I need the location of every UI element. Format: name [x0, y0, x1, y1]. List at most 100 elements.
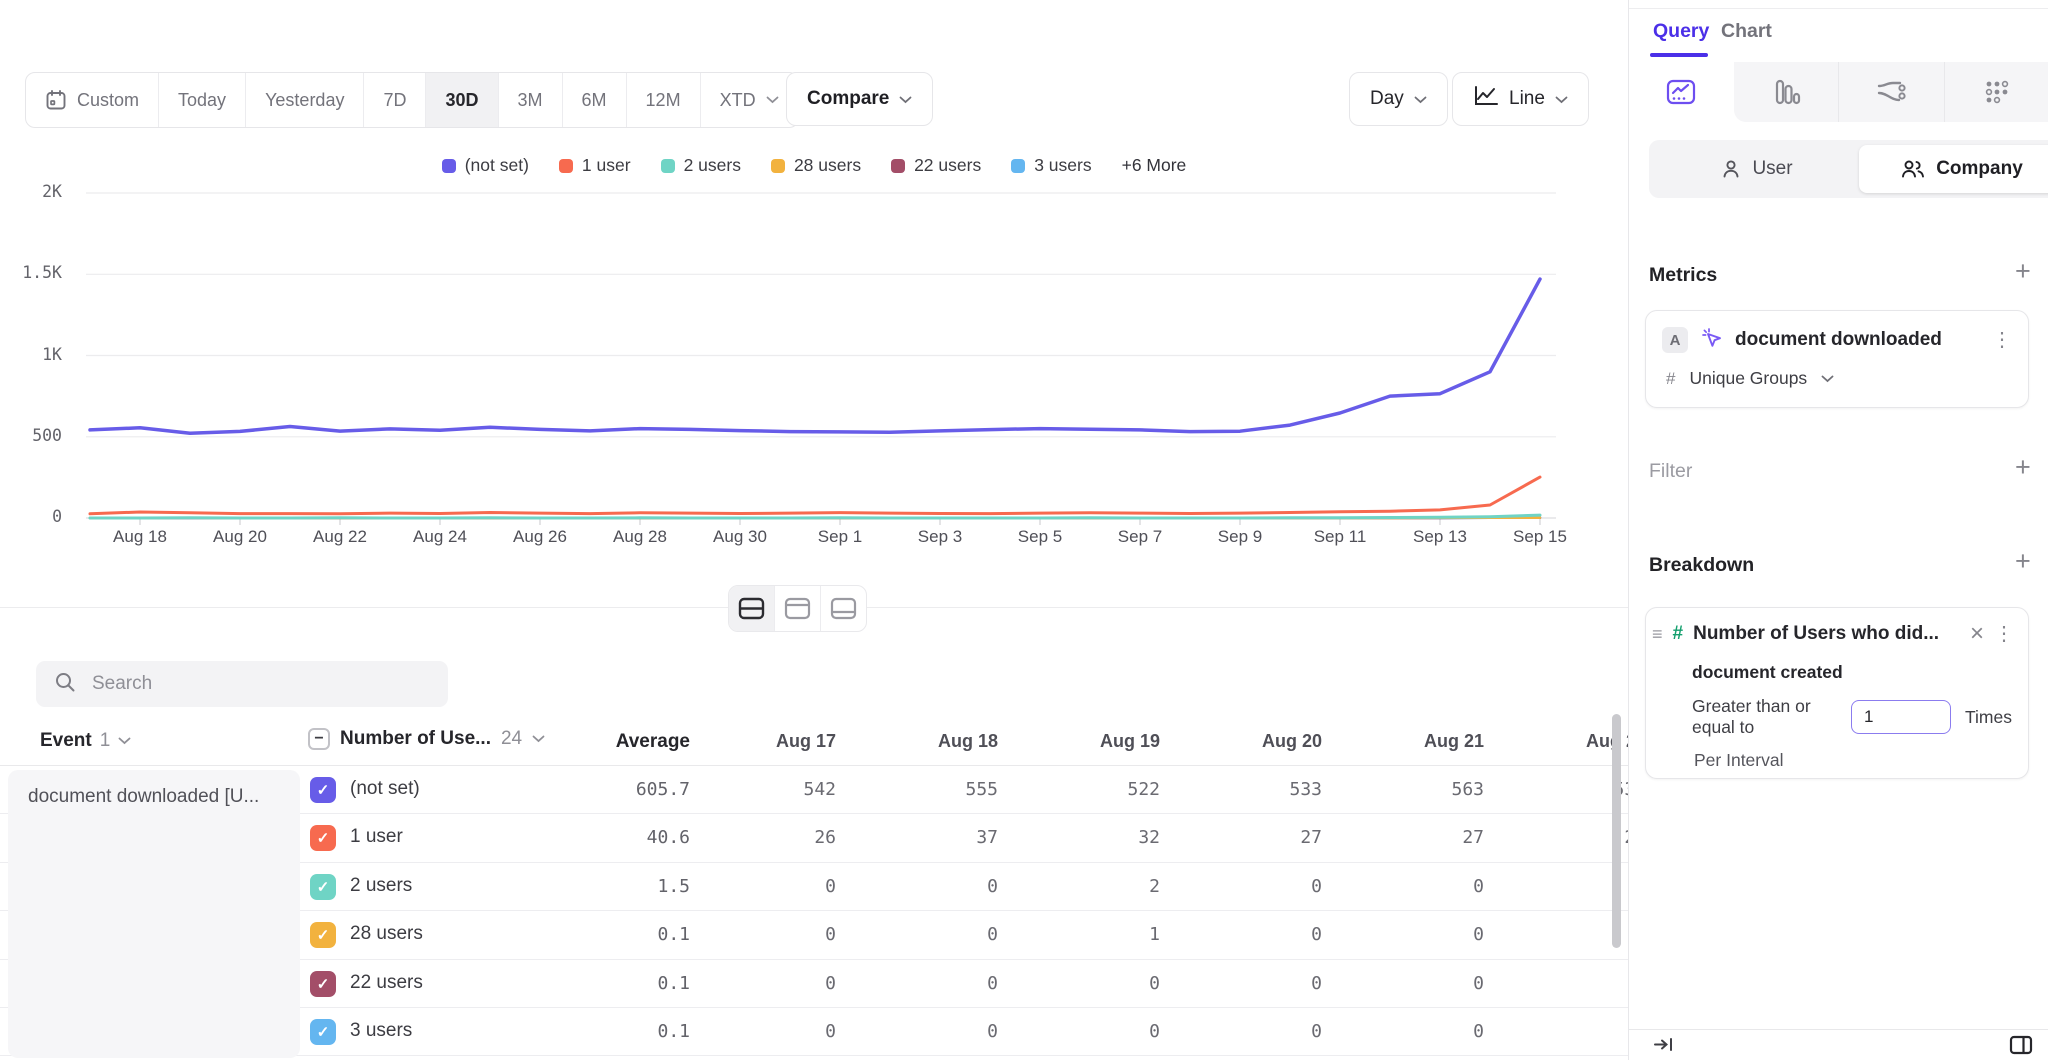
add-filter-button[interactable]: +: [2015, 454, 2031, 481]
x-axis-tick: Sep 3: [885, 527, 995, 547]
metric-event-name[interactable]: document downloaded: [1735, 329, 1980, 351]
range-3m[interactable]: 3M: [499, 73, 563, 127]
drag-handle-icon[interactable]: ≡: [1652, 624, 1663, 645]
series-column-dropdown[interactable]: − Number of Use... 24: [308, 728, 545, 750]
close-icon[interactable]: ×: [1970, 622, 1984, 646]
legend-item[interactable]: 2 users: [661, 155, 741, 176]
chart-type-line-button[interactable]: [1629, 62, 1734, 122]
series-checkbox[interactable]: ✓: [310, 777, 336, 803]
series-count: 24: [501, 728, 522, 750]
interval-dropdown[interactable]: Day: [1349, 72, 1448, 126]
compare-button[interactable]: Compare: [786, 72, 933, 126]
series-label[interactable]: (not set): [350, 778, 420, 800]
series-checkbox[interactable]: ✓: [310, 971, 336, 997]
breakdown-condition-label: Greater than or equal to: [1692, 696, 1837, 738]
search-input[interactable]: [90, 672, 430, 696]
tab-chart[interactable]: Chart: [1721, 20, 1772, 43]
tab-query[interactable]: Query: [1653, 20, 1709, 43]
range-7d[interactable]: 7D: [364, 73, 426, 127]
series-line-(not set): [90, 279, 1540, 433]
range-yesterday[interactable]: Yesterday: [246, 73, 364, 127]
legend-more-link[interactable]: +6 More: [1122, 155, 1187, 176]
chart-type-bar-button[interactable]: [1734, 62, 1839, 122]
cell-value: 0: [700, 973, 862, 994]
cell-value: 27: [1348, 827, 1510, 848]
event-list-item[interactable]: document downloaded [U...: [8, 770, 300, 1058]
select-all-checkbox[interactable]: −: [308, 728, 330, 750]
series-line-1 user: [90, 477, 1540, 514]
add-metric-button[interactable]: +: [2015, 258, 2031, 285]
series-label[interactable]: 1 user: [350, 826, 403, 848]
search-box[interactable]: [36, 661, 448, 707]
legend-item[interactable]: 3 users: [1011, 155, 1091, 176]
measure-dropdown[interactable]: Unique Groups: [1689, 368, 1807, 389]
range-today[interactable]: Today: [159, 73, 246, 127]
cell-value: 26: [700, 827, 862, 848]
series-checkbox[interactable]: ✓: [310, 1019, 336, 1045]
collapse-panel-icon[interactable]: [1653, 1036, 1675, 1058]
series-checkbox[interactable]: ✓: [310, 874, 336, 900]
series-checkbox[interactable]: ✓: [310, 825, 336, 851]
cell-value: 0: [1348, 1021, 1510, 1042]
cell-value: 542: [700, 779, 862, 800]
legend-item[interactable]: 1 user: [559, 155, 631, 176]
series-label[interactable]: 22 users: [350, 972, 423, 994]
range-xtd[interactable]: XTD: [701, 73, 798, 127]
toggle-user[interactable]: User: [1654, 145, 1859, 193]
date-column-header: Aug 19: [1024, 731, 1186, 752]
chart-type-matrix-button[interactable]: [1944, 62, 2048, 122]
layout-chart-only-button[interactable]: [775, 586, 821, 631]
series-label[interactable]: 28 users: [350, 923, 423, 945]
cell-value: 0: [862, 973, 1024, 994]
series-header-label: Number of Use...: [340, 728, 491, 750]
legend-label: 3 users: [1034, 155, 1091, 176]
breakdown-options-icon[interactable]: ⋮: [1994, 624, 2014, 644]
chevron-down-icon: [532, 735, 545, 743]
toggle-company[interactable]: Company: [1859, 145, 2048, 193]
average-value: 0.1: [560, 973, 690, 994]
series-label[interactable]: 2 users: [350, 875, 412, 897]
chart-type-flow-button[interactable]: [1838, 62, 1944, 122]
metric-options-icon[interactable]: ⋮: [1992, 330, 2012, 350]
legend-item[interactable]: (not set): [442, 155, 529, 176]
split-view-icon: [738, 597, 765, 620]
breakdown-title[interactable]: Number of Users who did...: [1693, 623, 1960, 645]
range-12m[interactable]: 12M: [627, 73, 701, 127]
chart-type-dropdown[interactable]: Line: [1452, 72, 1589, 126]
breakdown-value-input[interactable]: [1851, 700, 1951, 734]
cell-value: 0: [1024, 973, 1186, 994]
cell-value: 0: [1348, 924, 1510, 945]
cell-value: 555: [862, 779, 1024, 800]
line-chart[interactable]: [0, 178, 1628, 550]
range-custom[interactable]: Custom: [26, 73, 159, 127]
breakdown-per-interval[interactable]: Per Interval: [1694, 750, 1783, 771]
cell-value: 2: [1024, 876, 1186, 897]
metric-card[interactable]: A document downloaded ⋮ # Unique Groups: [1645, 310, 2029, 408]
event-column-dropdown[interactable]: Event 1: [40, 730, 131, 752]
series-label[interactable]: 3 users: [350, 1020, 412, 1042]
chevron-down-icon: [1821, 375, 1834, 383]
flow-chart-icon: [1875, 79, 1907, 105]
x-axis-tick: Sep 5: [985, 527, 1095, 547]
chart-type-selector: [1629, 62, 2048, 122]
range-30d[interactable]: 30D: [426, 73, 498, 127]
sidebar-toggle-icon[interactable]: [2009, 1035, 2033, 1060]
y-axis-tick: 1K: [0, 345, 62, 364]
table-header: Event 1 − Number of Use... 24 Average Au…: [0, 720, 1628, 766]
bottom-view-icon: [830, 597, 857, 620]
add-breakdown-button[interactable]: +: [2015, 548, 2031, 575]
layout-split-button[interactable]: [729, 586, 775, 631]
breakdown-card[interactable]: ≡ # Number of Users who did... × ⋮ docum…: [1645, 607, 2029, 779]
range-label: Custom: [77, 90, 139, 111]
legend-swatch: [559, 159, 573, 173]
legend-item[interactable]: 28 users: [771, 155, 861, 176]
chart-legend: (not set) 1 user 2 users 28 users 22 users 3 …: [0, 155, 1628, 176]
range-6m[interactable]: 6M: [563, 73, 627, 127]
legend-item[interactable]: 22 users: [891, 155, 981, 176]
layout-table-only-button[interactable]: [821, 586, 866, 631]
table-scrollbar[interactable]: [1612, 714, 1621, 948]
measure-hash-icon: #: [1666, 369, 1675, 389]
event-name: document downloaded [U...: [28, 786, 259, 807]
cell-value: 0: [1348, 876, 1510, 897]
series-checkbox[interactable]: ✓: [310, 922, 336, 948]
